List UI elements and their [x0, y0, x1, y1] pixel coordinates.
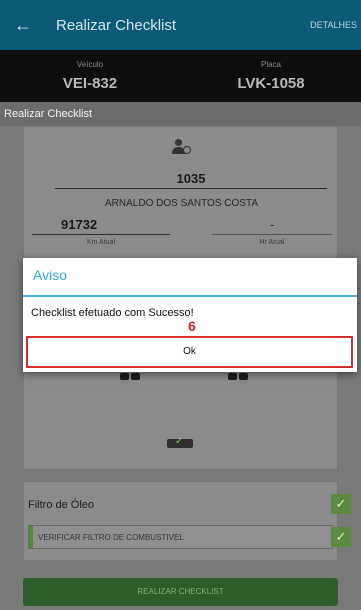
alert-dialog: Aviso Checklist efetuado com Sucesso! 6 …	[23, 258, 357, 372]
section-title: Realizar Checklist	[0, 102, 361, 126]
dialog-divider	[23, 295, 357, 297]
dialog-message: Checklist efetuado com Sucesso!	[31, 307, 194, 319]
hr-input[interactable]: -	[212, 217, 332, 235]
filter-section: Filtro de Óleo ✓ VERIFICAR FILTRO DE COM…	[23, 481, 351, 561]
check-icon[interactable]: ✓	[331, 494, 351, 514]
km-input[interactable]: 91732	[32, 217, 170, 235]
driver-icon	[172, 139, 192, 155]
submit-checklist-button[interactable]: REALIZAR CHECKLIST	[23, 578, 338, 606]
step-annotation: 6	[188, 318, 196, 334]
vehicle-header: Veículo VEI-832 Placa LVK-1058	[0, 50, 361, 102]
driver-name: ARNALDO DOS SANTOS COSTA	[105, 198, 258, 209]
check-icon[interactable]: ✓	[331, 527, 351, 547]
plate-label: Placa	[260, 60, 281, 69]
vehicle-label: Veículo	[76, 60, 104, 69]
filter-item-label: VERIFICAR FILTRO DE COMBUSTIVEL	[38, 533, 184, 542]
filter-item[interactable]: VERIFICAR FILTRO DE COMBUSTIVEL	[28, 525, 333, 549]
vehicle-column: Veículo VEI-832	[0, 50, 180, 92]
dialog-title: Aviso	[33, 267, 67, 283]
filter-item-indicator	[29, 526, 33, 548]
km-label: Km Atual	[86, 239, 115, 246]
truck-check-icon[interactable]: ✓	[167, 436, 193, 448]
vehicle-value: VEI-832	[62, 75, 118, 92]
driver-code-field[interactable]: 1035	[55, 171, 327, 189]
ok-button[interactable]: Ok	[26, 336, 353, 368]
filter-title: Filtro de Óleo	[28, 499, 95, 511]
hr-label: Hr Atual	[259, 239, 285, 246]
plate-column: Placa LVK-1058	[181, 50, 361, 92]
plate-value: LVK-1058	[237, 75, 305, 92]
app-bar: ← Realizar Checklist DETALHES	[0, 0, 361, 50]
details-button[interactable]: DETALHES	[310, 20, 357, 30]
app-title: Realizar Checklist	[56, 17, 177, 34]
arrow-back-icon[interactable]: ←	[14, 15, 32, 36]
